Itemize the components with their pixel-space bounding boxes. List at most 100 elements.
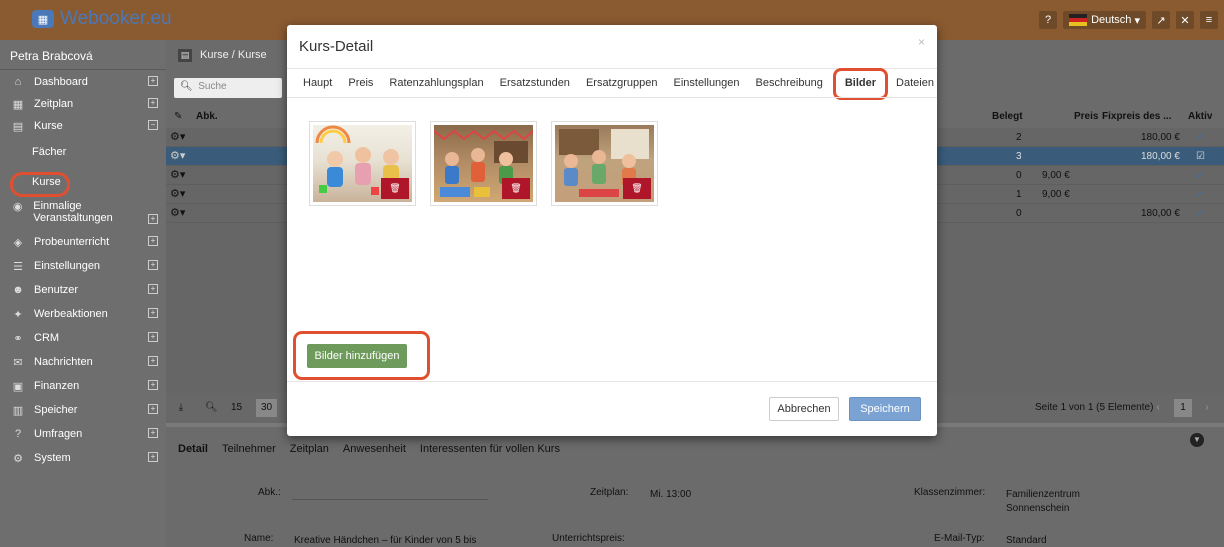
sidebar-item-speicher[interactable]: ▥ Speicher + — [0, 399, 166, 421]
external-link-icon[interactable]: ↗ — [1152, 11, 1170, 29]
tab-beschreibung[interactable]: Beschreibung — [748, 75, 831, 93]
question-icon: ? — [14, 428, 22, 440]
col-belegt[interactable]: Belegt — [992, 111, 1023, 122]
expand-icon[interactable]: + — [148, 356, 158, 366]
tab-haupt[interactable]: Haupt — [295, 75, 340, 93]
gear-icon[interactable]: ⚙▾ — [170, 168, 185, 181]
page-size-15[interactable]: 15 — [226, 399, 247, 417]
delete-image-button[interactable]: 🗑︎ — [381, 178, 409, 199]
detail-panel: ▼ Detail Teilnehmer Zeitplan Anwesenheit… — [166, 423, 1224, 547]
image-thumbnail[interactable]: 🗑︎ — [430, 121, 537, 206]
course-detail-modal: Kurs-Detail × Haupt Preis Ratenzahlungsp… — [287, 25, 937, 436]
modal-title: Kurs-Detail — [299, 38, 374, 55]
gear-icon[interactable]: ⚙▾ — [170, 130, 185, 143]
tab-preis[interactable]: Preis — [340, 75, 381, 93]
sidebar-item-nachrichten[interactable]: ✉ Nachrichten + — [0, 351, 166, 373]
calendar-logo-icon: ▦ — [32, 10, 54, 28]
cancel-button[interactable]: Abbrechen — [769, 397, 839, 421]
collapse-icon[interactable]: − — [148, 120, 158, 130]
sidebar-item-system[interactable]: ⚙ System + — [0, 447, 166, 469]
close-icon[interactable]: × — [918, 35, 925, 49]
expand-icon[interactable]: + — [148, 452, 158, 462]
gear-icon[interactable]: ⚙▾ — [170, 206, 185, 219]
tab-dateien[interactable]: Dateien — [888, 75, 942, 93]
sidebar-sub-faecher[interactable]: Fächer — [0, 141, 166, 163]
image-thumbnail[interactable]: 🗑︎ — [309, 121, 416, 206]
page-size-30[interactable]: 30 — [256, 399, 278, 417]
sidebar-item-dashboard[interactable]: ⌂ Dashboard + — [0, 71, 166, 93]
sidebar-item-umfragen[interactable]: ? Umfragen + — [0, 423, 166, 445]
col-abk[interactable]: Abk. — [196, 111, 218, 122]
expand-icon[interactable]: + — [148, 428, 158, 438]
help-icon[interactable]: ? — [1039, 11, 1058, 29]
sidebar-item-probeunterricht[interactable]: ◈ Probeunterricht + — [0, 231, 166, 253]
page-number[interactable]: 1 — [1174, 399, 1192, 417]
expand-icon[interactable]: + — [148, 284, 158, 294]
sidebar-item-werbeaktionen[interactable]: ✦ Werbeaktionen + — [0, 303, 166, 325]
tab-anwesenheit[interactable]: Anwesenheit — [343, 443, 406, 455]
sidebar-item-benutzer[interactable]: ☻ Benutzer + — [0, 279, 166, 301]
add-images-button[interactable]: Bilder hinzufügen — [307, 344, 407, 368]
mail-icon: ✉ — [13, 356, 23, 369]
expand-icon[interactable]: + — [148, 76, 158, 86]
tab-ersatzgruppen[interactable]: Ersatzgruppen — [578, 75, 666, 93]
image-thumbnail[interactable]: 🗑︎ — [551, 121, 658, 206]
expand-icon[interactable]: + — [148, 236, 158, 246]
course-photo: 🗑︎ — [434, 125, 533, 202]
sidebar-item-finanzen[interactable]: ▣ Finanzen + — [0, 375, 166, 397]
divider — [287, 381, 937, 382]
app-logo[interactable]: ▦ Webooker.eu — [32, 8, 172, 30]
tab-ratenzahlungsplan[interactable]: Ratenzahlungsplan — [381, 75, 491, 93]
search-input[interactable]: 🔍︎ Suche — [174, 78, 282, 98]
storage-icon: ▥ — [12, 404, 24, 417]
trash-icon: 🗑︎ — [389, 183, 401, 193]
sidebar-item-kurse[interactable]: ▤ Kurse − — [0, 115, 166, 137]
sidebar-item-crm[interactable]: ⚭ CRM + — [0, 327, 166, 349]
tab-teilnehmer[interactable]: Teilnehmer — [222, 443, 276, 455]
gift-icon: ✦ — [13, 308, 23, 321]
col-preis[interactable]: Preis — [1074, 111, 1098, 122]
klassenzimmer-value-2: Sonnenschein — [1006, 503, 1070, 514]
event-icon: ◉ — [12, 201, 23, 213]
user-name[interactable]: Petra Brabcová — [0, 40, 166, 70]
col-fixpreis[interactable]: Fixpreis des ... — [1102, 111, 1171, 122]
next-page-icon[interactable]: › — [1198, 399, 1216, 417]
delete-image-button[interactable]: 🗑︎ — [502, 178, 530, 199]
zeitplan-value: Mi. 13:00 — [650, 489, 692, 500]
expand-icon[interactable]: + — [148, 98, 158, 108]
course-photo: 🗑︎ — [555, 125, 654, 202]
sidebar-item-einmalige-veranstaltungen[interactable]: ◉ Einmalige Veranstaltungen + — [0, 197, 166, 227]
abk-value — [292, 499, 488, 500]
col-aktiv[interactable]: Aktiv — [1188, 111, 1212, 122]
menu-icon[interactable]: ≡ — [1200, 11, 1218, 29]
save-button[interactable]: Speichern — [849, 397, 921, 421]
tab-interessenten[interactable]: Interessenten für vollen Kurs — [420, 443, 560, 455]
delete-image-button[interactable]: 🗑︎ — [623, 178, 651, 199]
search-icon[interactable]: 🔍︎ — [200, 399, 223, 417]
expand-icon[interactable]: + — [148, 214, 158, 224]
expand-icon[interactable]: + — [148, 380, 158, 390]
expand-icon[interactable]: + — [148, 404, 158, 414]
sidebar-item-einstellungen[interactable]: ☰ Einstellungen + — [0, 255, 166, 277]
language-select[interactable]: Deutsch ▾ — [1063, 11, 1146, 29]
expand-icon[interactable]: + — [148, 260, 158, 270]
courses-icon: ▤ — [178, 48, 192, 62]
highlight-kurse — [10, 172, 70, 197]
home-icon: ⌂ — [14, 76, 22, 88]
prev-page-icon[interactable]: ‹ — [1149, 399, 1167, 417]
tab-einstellungen[interactable]: Einstellungen — [665, 75, 747, 93]
export-icon[interactable]: ⤓ — [172, 399, 190, 417]
close-circle-icon[interactable]: ✕ — [1176, 11, 1194, 29]
tab-detail[interactable]: Detail — [178, 443, 208, 455]
gear-icon[interactable]: ⚙▾ — [170, 187, 185, 200]
klassenzimmer-value: Familienzentrum — [1006, 489, 1080, 500]
sidebar-item-zeitplan[interactable]: ▦ Zeitplan + — [0, 93, 166, 115]
gear-icon[interactable]: ⚙▾ — [170, 149, 185, 162]
expand-icon[interactable]: + — [148, 308, 158, 318]
tab-bilder[interactable]: Bilder — [832, 68, 889, 100]
expand-icon[interactable]: + — [148, 332, 158, 342]
tab-zeitplan[interactable]: Zeitplan — [290, 443, 329, 455]
collapse-down-icon[interactable]: ▼ — [1190, 433, 1204, 447]
book-icon: ▤ — [12, 120, 24, 133]
tab-ersatzstunden[interactable]: Ersatzstunden — [492, 75, 578, 93]
